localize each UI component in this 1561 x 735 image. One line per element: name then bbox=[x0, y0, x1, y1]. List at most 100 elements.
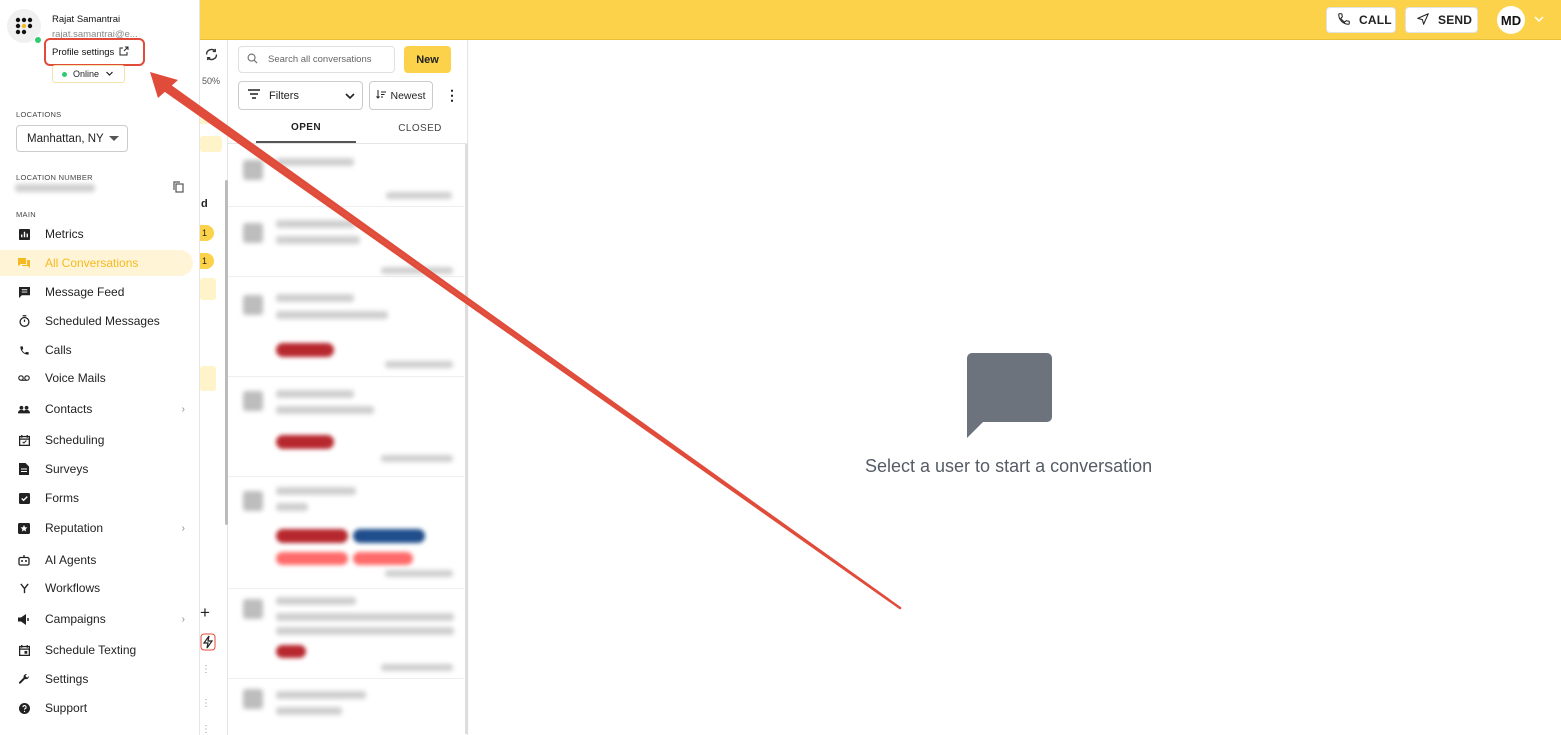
location-select[interactable]: Manhattan, NY bbox=[16, 125, 128, 152]
chevron-right-icon: › bbox=[181, 522, 185, 534]
more-options-icon[interactable]: ⋮ bbox=[445, 87, 459, 104]
bar-chart-icon bbox=[18, 228, 30, 240]
percent-text: 50% bbox=[202, 76, 221, 86]
badge-count: 1 bbox=[202, 256, 208, 266]
sidebar-item-label: Scheduled Messages bbox=[45, 314, 160, 328]
filter-icon bbox=[247, 88, 261, 103]
calendar-clock-icon bbox=[18, 644, 30, 656]
chat-bubble-icon bbox=[966, 352, 1054, 445]
robot-icon bbox=[18, 554, 30, 566]
phone-icon bbox=[1337, 12, 1351, 29]
workflow-icon bbox=[18, 582, 30, 594]
chevron-right-icon: › bbox=[181, 613, 185, 625]
sidebar-item-ai-agents[interactable]: AI Agents bbox=[0, 547, 193, 573]
profile-settings-link[interactable]: Profile settings bbox=[44, 38, 145, 66]
lightning-icon[interactable] bbox=[200, 633, 216, 656]
sidebar-item-campaigns[interactable]: Campaigns › bbox=[0, 606, 193, 632]
conversation-item[interactable] bbox=[228, 207, 464, 277]
location-number-value bbox=[15, 184, 95, 192]
sidebar-item-label: Scheduling bbox=[45, 433, 105, 447]
sidebar-item-label: Workflows bbox=[45, 581, 101, 595]
tab-closed[interactable]: CLOSED bbox=[370, 114, 470, 143]
sidebar-item-message-feed[interactable]: Message Feed bbox=[0, 279, 193, 305]
sidebar-item-label: Forms bbox=[45, 491, 79, 505]
sidebar: Rajat Samantrai rajat.samantrai@e... Pro… bbox=[0, 0, 200, 735]
megaphone-icon bbox=[18, 613, 30, 625]
timer-icon bbox=[18, 315, 30, 327]
sidebar-item-settings[interactable]: Settings bbox=[0, 666, 193, 692]
refresh-icon[interactable] bbox=[204, 47, 219, 67]
profile-name: Rajat Samantrai bbox=[52, 14, 121, 25]
conversation-item[interactable] bbox=[228, 144, 464, 207]
top-bar: CALL SEND MD bbox=[0, 0, 1561, 40]
sidebar-item-forms[interactable]: Forms bbox=[0, 485, 193, 511]
sidebar-item-label: Message Feed bbox=[45, 285, 125, 299]
sidebar-item-label: Metrics bbox=[45, 227, 84, 241]
drag-handle-icon[interactable]: ⋮ bbox=[201, 665, 211, 675]
filters-label: Filters bbox=[269, 89, 299, 102]
scrollbar[interactable] bbox=[465, 144, 468, 734]
drag-handle-icon[interactable]: ⋮ bbox=[201, 724, 211, 735]
conversation-item[interactable] bbox=[228, 277, 464, 377]
sidebar-item-label: All Conversations bbox=[45, 256, 139, 270]
sidebar-item-surveys[interactable]: Surveys bbox=[0, 456, 193, 482]
sidebar-item-schedule-texting[interactable]: Schedule Texting bbox=[0, 637, 193, 663]
sidebar-item-voice-mails[interactable]: Voice Mails bbox=[0, 365, 193, 391]
search-input[interactable]: Search all conversations bbox=[238, 46, 395, 73]
tab-open-label: OPEN bbox=[291, 122, 321, 133]
send-button[interactable]: SEND bbox=[1405, 7, 1478, 33]
location-value: Manhattan, NY bbox=[27, 132, 104, 145]
profile-settings-label: Profile settings bbox=[52, 46, 115, 58]
conversation-item[interactable] bbox=[228, 377, 464, 477]
status-dot bbox=[62, 71, 67, 77]
highlight-block bbox=[200, 136, 222, 152]
sidebar-item-label: Support bbox=[45, 701, 88, 715]
sidebar-item-scheduled-messages[interactable]: Scheduled Messages bbox=[0, 308, 193, 334]
sidebar-item-contacts[interactable]: Contacts › bbox=[0, 396, 193, 422]
badge-count: 1 bbox=[202, 228, 208, 238]
sort-button[interactable]: Newest bbox=[369, 81, 433, 110]
chevron-down-icon[interactable] bbox=[1533, 12, 1545, 30]
copy-icon[interactable] bbox=[173, 180, 184, 198]
sidebar-item-workflows[interactable]: Workflows bbox=[0, 575, 193, 601]
checkbox-icon bbox=[18, 492, 30, 504]
sidebar-item-label: Settings bbox=[45, 672, 89, 686]
chevron-right-icon: › bbox=[181, 403, 185, 415]
sidebar-item-support[interactable]: Support bbox=[0, 695, 193, 721]
voicemail-icon bbox=[18, 372, 30, 384]
user-avatar[interactable]: MD bbox=[1497, 6, 1525, 34]
conversation-item[interactable] bbox=[228, 679, 464, 735]
sidebar-item-all-conversations[interactable]: All Conversations bbox=[0, 250, 193, 276]
sidebar-item-label: Voice Mails bbox=[45, 371, 106, 385]
drag-handle-icon[interactable]: ⋮ bbox=[201, 698, 211, 709]
count-badge: 1 bbox=[200, 225, 214, 241]
sidebar-item-scheduling[interactable]: Scheduling bbox=[0, 427, 193, 453]
sidebar-item-label: Contacts bbox=[45, 402, 93, 416]
workspace-avatar[interactable] bbox=[7, 9, 42, 44]
sidebar-item-calls[interactable]: Calls bbox=[0, 337, 193, 363]
tab-open[interactable]: OPEN bbox=[256, 114, 356, 143]
count-badge: 1 bbox=[200, 253, 214, 269]
sort-label: Newest bbox=[390, 89, 426, 102]
new-conversation-button[interactable]: New bbox=[404, 46, 451, 73]
avatar-initials: MD bbox=[1500, 12, 1522, 28]
secondary-panel: 50% d 1 1 + ⋮ ⋮ ⋮ bbox=[200, 40, 228, 735]
main-section-label: MAIN bbox=[16, 210, 36, 219]
highlight-bar bbox=[200, 116, 216, 124]
calendar-icon bbox=[18, 434, 30, 446]
chat-bubbles-icon bbox=[18, 257, 30, 269]
highlight-block bbox=[200, 278, 216, 300]
sidebar-item-label: Surveys bbox=[45, 462, 89, 476]
status-label: Online bbox=[73, 69, 100, 79]
sidebar-item-metrics[interactable]: Metrics bbox=[0, 221, 193, 247]
plus-icon[interactable]: + bbox=[200, 603, 210, 623]
call-label: CALL bbox=[1359, 13, 1392, 27]
strip-letter: d bbox=[201, 198, 208, 210]
online-indicator bbox=[34, 36, 42, 44]
conversation-item[interactable] bbox=[228, 589, 464, 679]
status-dropdown[interactable]: Online bbox=[52, 65, 125, 83]
conversation-item[interactable] bbox=[228, 477, 464, 589]
call-button[interactable]: CALL bbox=[1326, 7, 1396, 33]
filters-dropdown[interactable]: Filters bbox=[238, 81, 363, 110]
sidebar-item-reputation[interactable]: Reputation › bbox=[0, 515, 193, 541]
